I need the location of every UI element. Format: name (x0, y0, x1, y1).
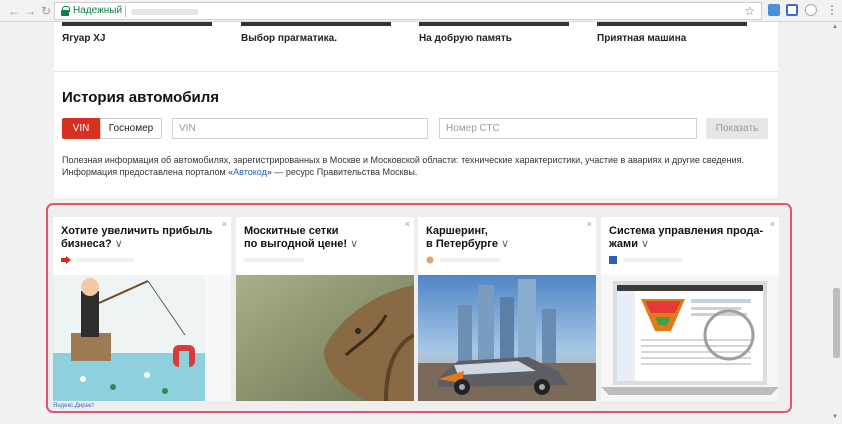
address-separator (125, 6, 126, 17)
car-review-title[interactable]: На добрую память (419, 33, 512, 44)
extension-icon[interactable] (805, 4, 817, 16)
extension-icon[interactable] (786, 4, 798, 16)
page-content: Ягуар XJ Выбор прагматика. На добрую пам… (54, 22, 778, 198)
ad-title-line: по выгодной цене! (244, 238, 348, 250)
star-icon[interactable]: ☆ (744, 4, 755, 18)
scroll-down-icon[interactable]: ▼ (832, 414, 838, 420)
url-text-blurred (131, 9, 199, 15)
ad-domain-blurred (623, 258, 683, 262)
ad-title[interactable]: Система управления прода- жами ∨ (609, 225, 773, 251)
car-review-title[interactable]: Ягуар XJ (62, 33, 105, 44)
browser-toolbar: ← → ↻ Надежный ☆ ⋮ (0, 0, 842, 22)
info-line: Полезная информация об автомобилях, заре… (62, 155, 745, 165)
autokod-link[interactable]: Автокод (233, 167, 267, 177)
info-line: Информация предоставлена порталом «Авток… (62, 166, 770, 178)
lock-icon (61, 6, 70, 16)
scroll-up-icon[interactable]: ▲ (832, 24, 838, 30)
car-thumbnail[interactable] (62, 22, 212, 26)
car-thumbnail[interactable] (419, 22, 569, 26)
ad-title-line: Хотите увеличить прибыль (61, 225, 213, 237)
yandex-direct-label[interactable]: Яндекс.Директ (53, 403, 94, 409)
reload-icon[interactable]: ↻ (38, 3, 54, 19)
tab-vin[interactable]: VIN (62, 118, 100, 139)
tab-gosnomer[interactable]: Госномер (100, 118, 162, 139)
ad-image[interactable] (236, 275, 414, 401)
section-divider (54, 71, 778, 72)
ad-image[interactable] (53, 275, 231, 401)
ad-domain-blurred (75, 258, 135, 262)
ad-card[interactable]: × Москитные сетки по выгодной цене! ∨ (236, 217, 414, 401)
ad-title-line: Москитные сетки (244, 225, 339, 237)
extension-icon[interactable] (768, 4, 780, 16)
ad-card[interactable]: × Каршеринг, в Петербурге ∨ (418, 217, 596, 401)
vin-input[interactable] (172, 118, 428, 139)
car-thumbnail[interactable] (241, 22, 391, 26)
ad-image[interactable] (418, 275, 596, 401)
ad-domain-blurred (244, 258, 304, 262)
chevron-down-icon[interactable]: ∨ (350, 238, 358, 250)
ad-title[interactable]: Москитные сетки по выгодной цене! ∨ (244, 225, 408, 251)
address-bar[interactable]: Надежный ☆ (54, 2, 762, 20)
car-review-title[interactable]: Выбор прагматика. (241, 33, 337, 44)
section-title: История автомобиля (62, 89, 220, 106)
ad-title-line: Каршеринг, (426, 225, 488, 237)
info-suffix: » — ресурс Правительства Москвы. (266, 167, 418, 177)
ad-image[interactable] (601, 275, 779, 401)
info-prefix: Информация предоставлена порталом « (62, 167, 234, 177)
scroll-thumb[interactable] (833, 288, 840, 358)
ad-title-line: бизнеса? (61, 238, 112, 250)
chevron-down-icon[interactable]: ∨ (115, 238, 123, 250)
car-review-title[interactable]: Приятная машина (597, 33, 686, 44)
info-text: Полезная информация об автомобилях, заре… (62, 154, 770, 178)
ad-title-line: жами (609, 238, 638, 250)
blue-flag-icon (609, 256, 617, 264)
ad-title[interactable]: Каршеринг, в Петербурге ∨ (426, 225, 590, 251)
ad-title[interactable]: Хотите увеличить прибыль бизнеса? ∨ (61, 225, 225, 251)
ad-card[interactable]: × Хотите увеличить прибыль бизнеса? ∨ (53, 217, 231, 401)
arrow-right-icon[interactable]: → (22, 3, 38, 19)
ad-domain-blurred (440, 258, 500, 262)
red-arrow-icon (61, 256, 71, 264)
page-scrollbar[interactable]: ▲ ▼ (830, 22, 842, 424)
sts-input[interactable] (439, 118, 697, 139)
arrow-left-icon[interactable]: ← (6, 3, 22, 19)
car-thumbnail[interactable] (597, 22, 747, 26)
ad-title-line: в Петербурге (426, 238, 498, 250)
yandex-direct-block: × Хотите увеличить прибыль бизнеса? ∨ × … (46, 203, 792, 413)
kebab-icon[interactable]: ⋮ (826, 3, 838, 17)
ad-card[interactable]: × Система управления прода- жами ∨ (601, 217, 779, 401)
secure-label: Надежный (73, 5, 123, 16)
ad-title-line: Система управления прода- (609, 225, 764, 237)
chevron-down-icon[interactable]: ∨ (641, 238, 649, 250)
chevron-down-icon[interactable]: ∨ (501, 238, 509, 250)
show-button[interactable]: Показать (706, 118, 768, 139)
hand-icon (426, 256, 434, 264)
